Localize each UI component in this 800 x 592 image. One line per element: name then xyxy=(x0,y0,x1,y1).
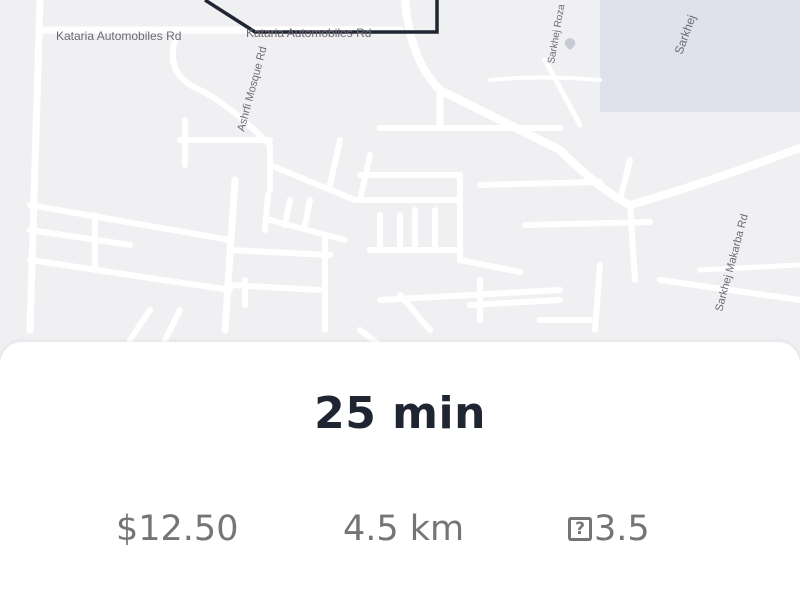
trip-price-value: $12.50 xyxy=(116,509,239,549)
trip-distance-value: 4.5 km xyxy=(343,509,465,549)
eta-time: 25 min xyxy=(314,388,486,439)
trip-price: $12.50 xyxy=(116,507,238,551)
map-view[interactable]: Kataria Automobiles Rd Kataria Automobil… xyxy=(0,0,800,360)
map-block-area xyxy=(600,0,800,112)
trip-rating-value: 3.5 xyxy=(594,509,650,549)
trip-rating: ? 3.5 xyxy=(568,507,650,551)
trip-summary-sheet: 25 min $12.50 4.5 km ? 3.5 xyxy=(0,342,800,592)
road-label-kataria-1: Kataria Automobiles Rd xyxy=(56,29,181,43)
unknown-glyph-icon: ? xyxy=(568,517,592,541)
road-label-kataria-2: Kataria Automobiles Rd xyxy=(246,26,371,40)
trip-distance: 4.5 km xyxy=(343,507,464,551)
map-canvas[interactable]: Kataria Automobiles Rd Kataria Automobil… xyxy=(0,0,800,360)
